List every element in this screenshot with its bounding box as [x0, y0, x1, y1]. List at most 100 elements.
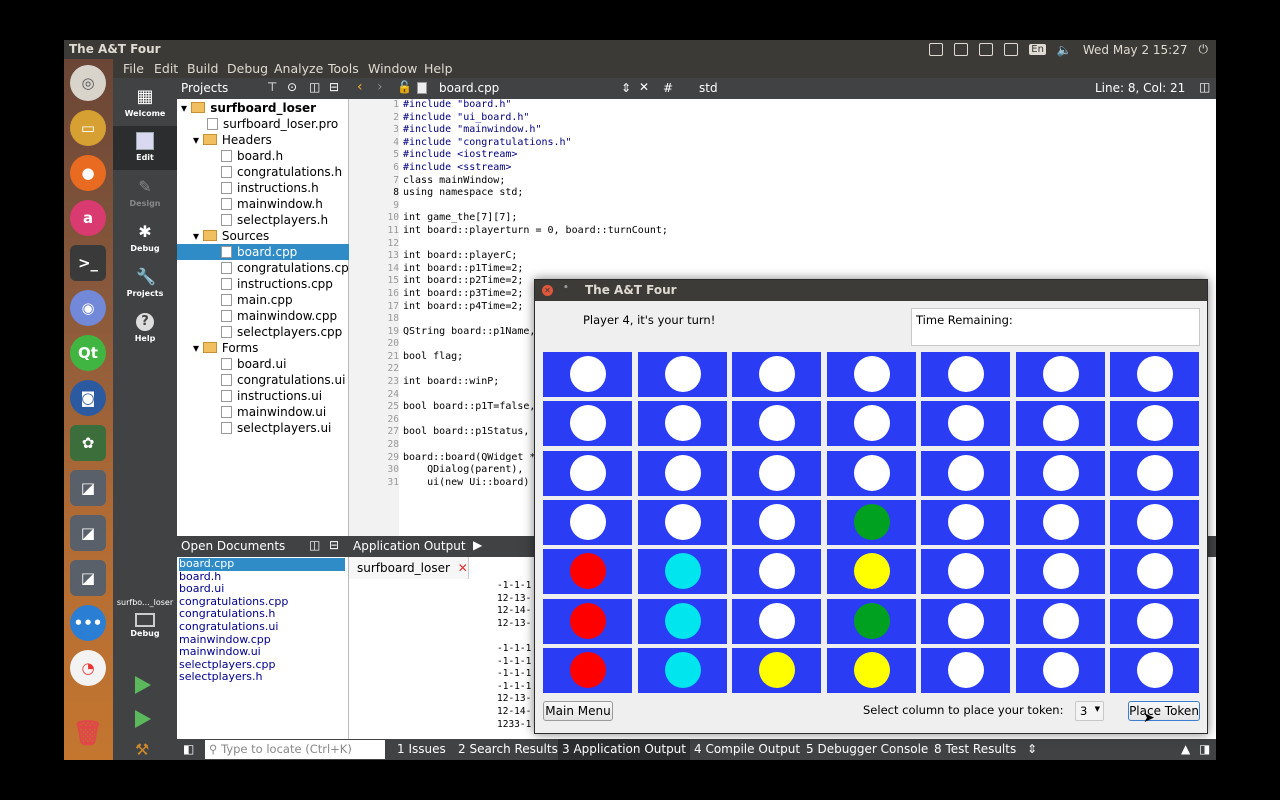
tree-file-item[interactable]: congratulations.h [221, 164, 342, 180]
cursor-position[interactable]: Line: 8, Col: 21 [1095, 81, 1185, 95]
board-cell[interactable] [732, 352, 821, 397]
sources-folder[interactable]: ▾ Sources [193, 228, 269, 244]
board-cell[interactable] [826, 499, 916, 545]
toggle-right-sidebar-icon[interactable]: ◨ [1199, 742, 1210, 756]
tree-file-item[interactable]: instructions.cpp [221, 276, 333, 292]
board-cell[interactable] [543, 499, 632, 545]
tree-file-item-selected[interactable]: board.cpp [177, 244, 349, 260]
tree-file-item[interactable]: congratulations.ui [221, 372, 345, 388]
board-cell[interactable] [543, 549, 632, 595]
tree-file-item[interactable]: selectplayers.cpp [221, 324, 342, 340]
pie-app-icon[interactable]: ◔ [70, 650, 106, 686]
debug-run-button[interactable] [135, 710, 151, 728]
board-cell[interactable] [826, 549, 916, 595]
ubuntu-dash-icon[interactable]: ◎ [70, 65, 106, 101]
pro-file-item[interactable]: surfboard_loser.pro [207, 116, 338, 132]
mode-help[interactable]: ? Help [113, 313, 177, 343]
close-tab-icon[interactable]: ✕ [458, 561, 468, 575]
file-selector[interactable]: board.cpp [439, 81, 499, 95]
board-cell[interactable] [637, 450, 727, 496]
app-window-icon-3[interactable]: ◪ [70, 560, 106, 596]
board-cell[interactable] [921, 647, 1010, 693]
forward-arrow-icon[interactable]: › [377, 79, 383, 95]
close-panel-icon[interactable]: ⊟ [329, 538, 339, 552]
menu-window[interactable]: Window [368, 61, 417, 76]
menu-file[interactable]: File [123, 61, 144, 76]
board-cell[interactable] [1015, 352, 1105, 397]
back-arrow-icon[interactable]: ‹ [357, 79, 363, 95]
tab-test-results[interactable]: 8 Test Results [934, 742, 1016, 756]
tree-file-item[interactable]: instructions.ui [221, 388, 322, 404]
board-cell[interactable] [921, 352, 1010, 397]
headers-folder[interactable]: ▾ Headers [193, 132, 272, 148]
vpn-lock-icon[interactable] [1004, 43, 1019, 56]
open-document-item[interactable]: mainwindow.ui [179, 646, 345, 659]
game-board[interactable] [543, 352, 1200, 694]
menu-build[interactable]: Build [187, 61, 218, 76]
file-selector-arrows-icon[interactable]: ⇕ [621, 81, 631, 95]
board-cell[interactable] [637, 499, 727, 545]
chat-icon[interactable] [954, 43, 969, 56]
volume-icon[interactable]: 🔈 [1057, 43, 1072, 57]
menu-edit[interactable]: Edit [154, 61, 178, 76]
board-cell[interactable] [1015, 499, 1105, 545]
tree-file-item[interactable]: mainwindow.cpp [221, 308, 337, 324]
board-cell[interactable] [1110, 352, 1199, 397]
board-cell[interactable] [921, 401, 1010, 447]
tab-compile-output[interactable]: 4 Compile Output [694, 742, 800, 756]
close-window-icon[interactable]: ✕ [542, 285, 553, 296]
board-cell[interactable] [826, 352, 916, 397]
app-icon[interactable]: a [70, 200, 106, 236]
mode-edit[interactable]: Edit [113, 126, 177, 170]
board-cell[interactable] [826, 450, 916, 496]
output-tab[interactable]: surfboard_loser ✕ [349, 557, 469, 579]
open-document-item[interactable]: congratulations.ui [179, 620, 345, 634]
dropbox-icon[interactable] [979, 43, 994, 56]
board-cell[interactable] [1110, 647, 1199, 693]
menu-help[interactable]: Help [424, 61, 453, 76]
menu-tools[interactable]: Tools [328, 61, 359, 76]
board-cell[interactable] [732, 549, 821, 595]
close-editor-icon[interactable]: ✕ [639, 80, 649, 94]
menu-analyze[interactable]: Analyze [274, 61, 323, 76]
rerun-icon[interactable]: ▶ [473, 538, 482, 552]
expand-arrow-icon[interactable]: ▾ [193, 229, 203, 243]
mode-design[interactable]: ✎ Design [113, 178, 177, 209]
split-editor-icon[interactable]: ◫ [1199, 80, 1210, 94]
power-icon[interactable]: ⏻ [1199, 42, 1209, 57]
board-cell[interactable] [921, 598, 1010, 644]
tab-application-output[interactable]: 3 Application Output [558, 739, 690, 760]
tree-file-item[interactable]: congratulations.cpp [221, 260, 356, 276]
board-cell[interactable] [732, 598, 821, 644]
board-cell[interactable] [732, 401, 821, 447]
expand-arrow-icon[interactable]: ▾ [193, 341, 203, 355]
expand-arrow-icon[interactable]: ▾ [181, 101, 191, 115]
run-target-selector[interactable]: surfbo..._loser Debug [113, 598, 177, 638]
open-document-item[interactable]: board.cpp [179, 557, 345, 571]
board-cell[interactable] [637, 549, 727, 595]
maximize-output-icon[interactable]: ▲ [1181, 742, 1190, 756]
run-button[interactable] [135, 676, 151, 694]
screenshot-icon[interactable] [929, 43, 944, 56]
game-app-icon[interactable]: ✿ [70, 425, 106, 461]
firefox-icon[interactable]: ● [70, 155, 106, 191]
board-cell[interactable] [921, 450, 1010, 496]
board-cell[interactable] [543, 450, 632, 496]
tree-file-item[interactable]: instructions.h [221, 180, 319, 196]
app-window-icon-1[interactable]: ◪ [70, 470, 106, 506]
tab-issues[interactable]: 1 Issues [397, 742, 446, 756]
place-token-button[interactable]: Place Token [1128, 701, 1200, 721]
board-cell[interactable] [1015, 450, 1105, 496]
mode-debug[interactable]: ✱ Debug [113, 223, 177, 254]
keyboard-layout-indicator[interactable]: En [1029, 44, 1046, 55]
tree-file-item[interactable]: selectplayers.ui [221, 420, 331, 436]
board-cell[interactable] [921, 549, 1010, 595]
board-cell[interactable] [543, 647, 632, 693]
tab-debugger-console[interactable]: 5 Debugger Console [806, 742, 928, 756]
open-document-item[interactable]: board.ui [179, 583, 345, 596]
build-hammer-icon[interactable]: ⚒ [135, 740, 149, 759]
board-cell[interactable] [921, 499, 1010, 545]
board-cell[interactable] [637, 598, 727, 644]
window-menu-icon[interactable]: • [563, 283, 569, 293]
board-cell[interactable] [637, 647, 727, 693]
